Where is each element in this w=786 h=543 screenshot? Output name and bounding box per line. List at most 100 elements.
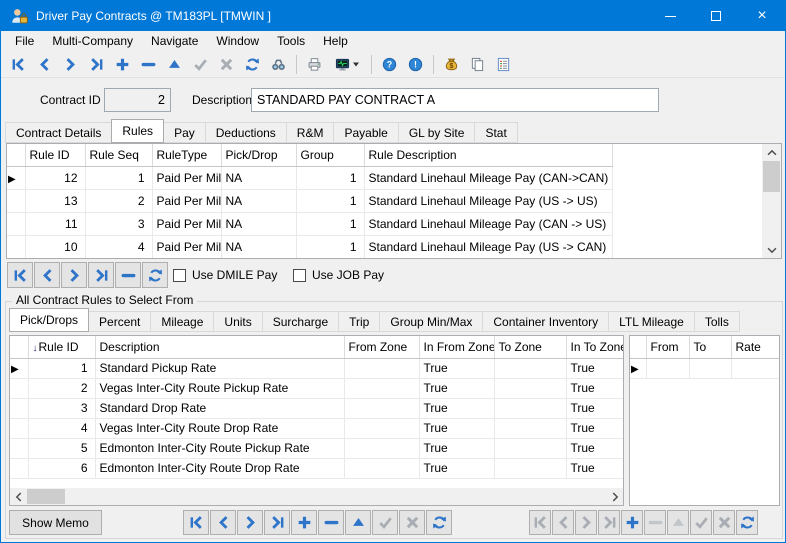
col-rule-seq[interactable]: Rule Seq xyxy=(85,144,152,166)
move-up-button[interactable] xyxy=(162,52,187,76)
cell-rule-description[interactable]: Standard Linehaul Mileage Pay (US -> US) xyxy=(364,189,612,212)
col-to[interactable]: To xyxy=(689,336,731,358)
cell-to-zone[interactable] xyxy=(494,378,566,398)
cell-group[interactable]: 1 xyxy=(296,235,364,258)
main-tab[interactable]: R&M xyxy=(286,122,335,143)
cell-in-from-zone[interactable]: True xyxy=(419,438,494,458)
menu-item[interactable]: Window xyxy=(207,32,268,50)
cell-rule-seq[interactable]: 3 xyxy=(85,212,152,235)
rules-refresh-button[interactable] xyxy=(142,262,168,288)
last-record-button[interactable] xyxy=(84,52,109,76)
rule-type-tab[interactable]: Percent xyxy=(88,311,151,332)
main-tab[interactable]: Deductions xyxy=(205,122,287,143)
cell-pick-drop[interactable]: NA xyxy=(221,189,296,212)
cell-rule-type[interactable]: Paid Per Mile xyxy=(152,166,221,189)
cancel-edit-button[interactable] xyxy=(214,52,239,76)
cell-from-zone[interactable] xyxy=(344,398,419,418)
move-up-button[interactable] xyxy=(667,510,689,535)
cell-from-zone[interactable] xyxy=(344,418,419,438)
scrollbar-track[interactable] xyxy=(27,488,606,505)
contract-rules-row[interactable]: 2 Vegas Inter-City Route Pickup Rate Tru… xyxy=(10,378,623,398)
cancel-button[interactable] xyxy=(399,510,425,535)
copy-button[interactable] xyxy=(465,52,490,76)
rules-last-button[interactable] xyxy=(88,262,114,288)
rule-type-tab[interactable]: Trip xyxy=(338,311,380,332)
col-rule-type[interactable]: RuleType xyxy=(152,144,221,166)
last-button[interactable] xyxy=(598,510,620,535)
menu-item[interactable]: Navigate xyxy=(142,32,207,50)
cell-in-from-zone[interactable]: True xyxy=(419,458,494,478)
rule-type-tab[interactable]: LTL Mileage xyxy=(608,311,695,332)
first-button[interactable] xyxy=(183,510,209,535)
col-from[interactable]: From xyxy=(646,336,689,358)
cell-rule-id[interactable]: 3 xyxy=(28,398,95,418)
memo-button[interactable] xyxy=(491,52,516,76)
scroll-left-button[interactable] xyxy=(10,488,27,505)
screen-view-button[interactable] xyxy=(328,52,366,76)
use-dmile-pay-checkbox[interactable]: Use DMILE Pay xyxy=(173,268,277,282)
driver-pay-button[interactable]: $ xyxy=(439,52,464,76)
horizontal-scrollbar[interactable] xyxy=(10,488,623,505)
col-rule-description[interactable]: Rule Description xyxy=(364,144,612,166)
cell-rule-seq[interactable]: 2 xyxy=(85,189,152,212)
cell-rule-type[interactable]: Paid Per Mile xyxy=(152,235,221,258)
col-group[interactable]: Group xyxy=(296,144,364,166)
cell-group[interactable]: 1 xyxy=(296,189,364,212)
move-up-button[interactable] xyxy=(345,510,371,535)
minimize-button[interactable] xyxy=(647,1,693,31)
delete-button[interactable] xyxy=(644,510,666,535)
col-pick-drop[interactable]: Pick/Drop xyxy=(221,144,296,166)
next-record-button[interactable] xyxy=(58,52,83,76)
cell-rule-id[interactable]: 6 xyxy=(28,458,95,478)
cell-description[interactable]: Vegas Inter-City Route Pickup Rate xyxy=(95,378,344,398)
rule-type-tab[interactable]: Tolls xyxy=(694,311,740,332)
scrollbar-thumb[interactable] xyxy=(763,161,780,192)
cell-description[interactable]: Vegas Inter-City Route Drop Rate xyxy=(95,418,344,438)
main-tab[interactable]: Payable xyxy=(333,122,398,143)
delete-record-button[interactable] xyxy=(136,52,161,76)
next-button[interactable] xyxy=(237,510,263,535)
menu-item[interactable]: Help xyxy=(314,32,357,50)
help-button[interactable]: ? xyxy=(377,52,402,76)
insert-record-button[interactable] xyxy=(110,52,135,76)
first-button[interactable] xyxy=(529,510,551,535)
post-button[interactable] xyxy=(372,510,398,535)
col-description[interactable]: Description xyxy=(95,336,344,358)
cell-in-to-zone[interactable]: True xyxy=(566,418,623,438)
cell-to-zone[interactable] xyxy=(494,398,566,418)
cell-in-from-zone[interactable]: True xyxy=(419,418,494,438)
rule-type-tab[interactable]: Group Min/Max xyxy=(379,311,483,332)
cell-in-from-zone[interactable]: True xyxy=(419,358,494,378)
scroll-down-button[interactable] xyxy=(762,241,781,258)
col-in-to-zone[interactable]: In To Zone xyxy=(566,336,623,358)
rule-type-tab[interactable]: Mileage xyxy=(150,311,214,332)
cell-rule-id[interactable]: 4 xyxy=(28,418,95,438)
cell-in-to-zone[interactable]: True xyxy=(566,378,623,398)
cell-pick-drop[interactable]: NA xyxy=(221,166,296,189)
cell-from[interactable] xyxy=(646,358,689,378)
cell-to-zone[interactable] xyxy=(494,438,566,458)
menu-item[interactable]: Tools xyxy=(268,32,314,50)
cell-rule-id[interactable]: 10 xyxy=(25,235,85,258)
post-button[interactable] xyxy=(690,510,712,535)
scrollbar-thumb[interactable] xyxy=(27,489,65,504)
prior-record-button[interactable] xyxy=(32,52,57,76)
cell-rule-id[interactable]: 5 xyxy=(28,438,95,458)
use-job-pay-checkbox[interactable]: Use JOB Pay xyxy=(293,268,384,282)
rules-prior-button[interactable] xyxy=(34,262,60,288)
main-tab[interactable]: Stat xyxy=(474,122,517,143)
rate-grid-row[interactable]: ▶ xyxy=(630,358,779,378)
main-tab[interactable]: Pay xyxy=(163,122,206,143)
rules-grid-row[interactable]: 10 4 Paid Per Mile NA 1 Standard Linehau… xyxy=(7,235,612,258)
scroll-right-button[interactable] xyxy=(606,488,623,505)
cell-in-from-zone[interactable]: True xyxy=(419,378,494,398)
first-record-button[interactable] xyxy=(6,52,31,76)
cell-from-zone[interactable] xyxy=(344,458,419,478)
post-edit-button[interactable] xyxy=(188,52,213,76)
cell-rule-id[interactable]: 13 xyxy=(25,189,85,212)
cell-from-zone[interactable] xyxy=(344,378,419,398)
cell-rule-type[interactable]: Paid Per Mile xyxy=(152,189,221,212)
cell-rate[interactable] xyxy=(731,358,779,378)
cell-rule-description[interactable]: Standard Linehaul Mileage Pay (CAN -> US… xyxy=(364,212,612,235)
cell-in-to-zone[interactable]: True xyxy=(566,458,623,478)
